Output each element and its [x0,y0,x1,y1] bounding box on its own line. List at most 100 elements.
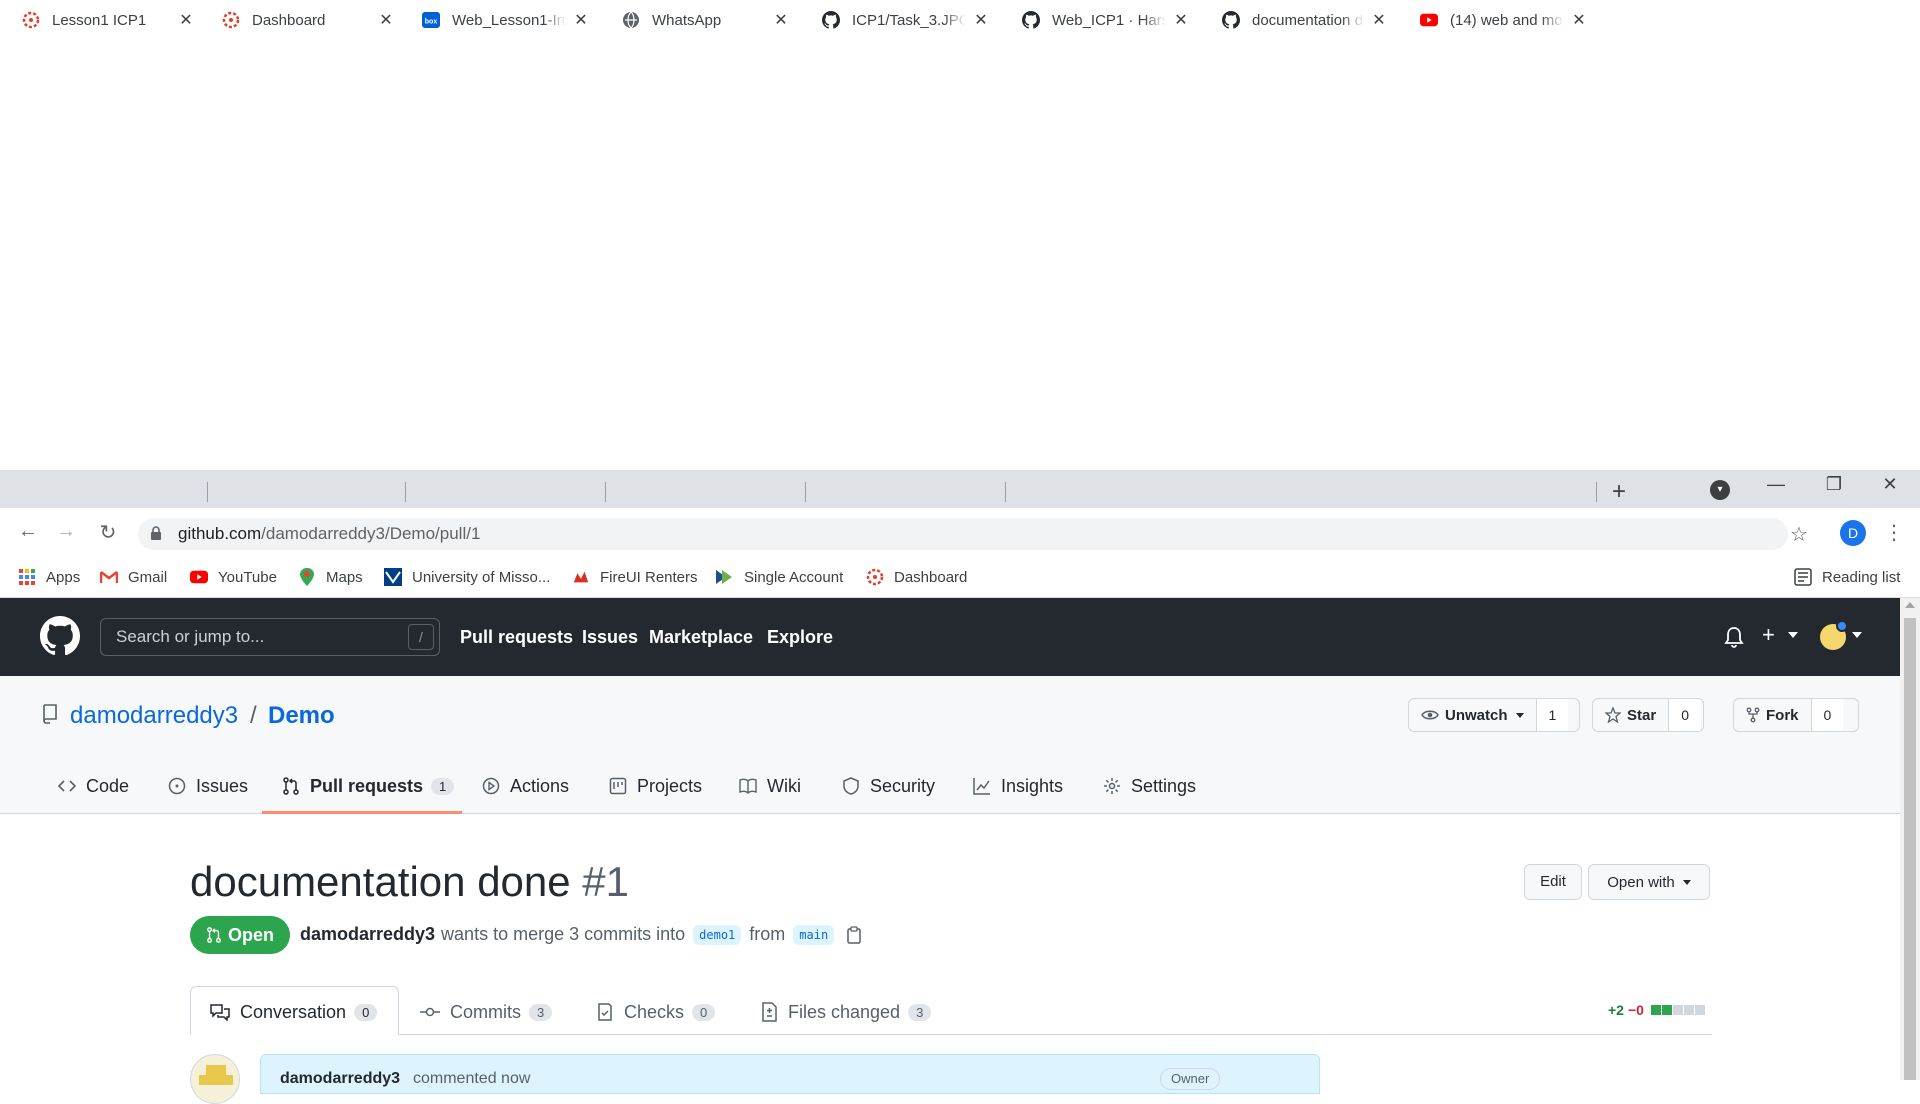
window-close-icon[interactable]: ✕ [1870,474,1910,495]
comment-author-avatar[interactable] [190,1054,240,1104]
star-button[interactable]: Star 0 [1592,698,1704,732]
tab-insights[interactable]: Insights [973,772,1063,800]
diff-stat[interactable]: +2 −0 [1608,1002,1705,1018]
watch-count[interactable]: 1 [1535,699,1569,731]
close-icon[interactable]: ✕ [377,10,395,30]
bookmark-label: YouTube [218,568,277,586]
restore-icon[interactable]: ❐ [1814,474,1854,495]
pr-tab-commits[interactable]: Commits 3 [420,1000,553,1024]
maps-icon [298,568,316,586]
bookmark-maps[interactable]: Maps [298,564,363,590]
reload-icon[interactable]: ↻ [94,520,122,545]
tab-search-icon[interactable]: ▾ [1710,480,1730,500]
tab-label: Issues [196,775,249,796]
bookmark-dashboard[interactable]: Dashboard [866,564,967,590]
github-logo-icon[interactable] [40,616,80,656]
repo-owner-link[interactable]: damodarreddy3 [70,702,238,730]
bookmark-star-icon[interactable]: ☆ [1790,522,1808,547]
close-icon[interactable]: ✕ [972,10,990,30]
tab-label: Actions [510,775,570,796]
pr-tab-files-changed[interactable]: Files changed 3 [760,1000,932,1024]
pr-tab-conversation[interactable]: Conversation 0 [210,1000,378,1024]
bookmark-gmail[interactable]: Gmail [100,564,167,590]
canvas-icon [222,11,240,29]
youtube-icon [1420,11,1438,29]
browser-tab[interactable]: Lesson1 ICP1 ✕ [0,2,205,38]
tab-settings[interactable]: Settings [1103,772,1196,800]
star-count[interactable]: 0 [1668,699,1701,731]
browser-tab[interactable]: (14) web and mob ✕ [1398,2,1598,38]
edit-button[interactable]: Edit [1524,864,1582,900]
open-with-button[interactable]: Open with [1588,864,1710,900]
back-arrow-icon[interactable]: ← [14,520,42,543]
tab-label: Insights [1001,775,1064,796]
scrollbar-thumb[interactable] [1904,618,1916,1080]
close-icon[interactable]: ✕ [1570,10,1588,30]
conversation-count: 0 [354,1003,378,1021]
new-tab-button[interactable]: + [1612,478,1626,506]
bookmark-single-account[interactable]: Single Account [716,564,843,590]
nav-pull-requests[interactable]: Pull requests [460,627,573,648]
close-icon[interactable]: ✕ [177,10,195,30]
minimize-icon[interactable]: — [1756,474,1796,495]
tab-label: Security [870,775,936,796]
book-icon [739,778,757,794]
browser-tab[interactable]: WhatsApp ✕ [600,2,800,38]
diffstat-block-added [1650,1005,1661,1015]
lock-icon[interactable] [150,526,162,540]
fireui-icon [572,568,590,586]
pr-tab-label: Commits [450,1001,521,1022]
chevron-down-icon[interactable] [1788,632,1798,638]
tab-wiki[interactable]: Wiki [739,772,801,800]
chevron-down-icon [1515,712,1524,718]
bookmark-university[interactable]: University of Misso... [384,564,550,590]
forward-arrow-icon[interactable]: → [52,520,80,543]
browser-tab[interactable]: ICP1/Task_3.JPG a ✕ [800,2,1000,38]
create-new-plus-icon[interactable]: + [1762,622,1775,648]
canvas-icon [866,568,884,586]
close-icon[interactable]: ✕ [1172,10,1190,30]
head-branch[interactable]: main [793,924,835,945]
unwatch-button[interactable]: Unwatch 1 [1408,698,1580,732]
url-host: github.com [178,524,262,543]
browser-tab[interactable]: Web_ICP1 · Harsh ✕ [1000,2,1200,38]
fork-label: Fork [1766,706,1799,724]
commits-count: 3 [529,1003,553,1021]
browser-tab-active[interactable]: documentation d ✕ [1200,2,1398,38]
notifications-bell-icon[interactable] [1724,626,1744,648]
nav-issues[interactable]: Issues [582,627,638,648]
tab-security[interactable]: Security [842,772,935,800]
copy-icon[interactable] [846,925,862,944]
bookmark-apps[interactable]: Apps [18,564,80,590]
close-icon[interactable]: ✕ [1370,10,1388,30]
diffstat-block-neutral [1694,1005,1705,1015]
pr-tab-checks[interactable]: Checks 0 [596,1000,716,1024]
bookmark-youtube[interactable]: YouTube [190,564,277,590]
tab-issues[interactable]: Issues [168,772,248,800]
nav-explore[interactable]: Explore [767,627,833,648]
profile-avatar[interactable]: D [1840,520,1866,546]
base-branch[interactable]: demo1 [693,924,742,945]
menu-kebab-icon[interactable]: ⋮ [1884,520,1904,545]
repo-name-link[interactable]: Demo [268,702,335,730]
pr-author-link[interactable]: damodarreddy3 [300,924,435,945]
fork-count[interactable]: 0 [1810,699,1844,731]
chevron-down-icon[interactable] [1852,632,1862,638]
tab-code[interactable]: Code [58,772,129,800]
scroll-up-arrow-icon[interactable] [1905,602,1915,608]
close-icon[interactable]: ✕ [572,10,590,30]
close-icon[interactable]: ✕ [772,10,790,30]
tab-projects[interactable]: Projects [609,772,702,800]
tab-pull-requests[interactable]: Pull requests 1 [282,772,455,800]
nav-marketplace[interactable]: Marketplace [649,627,753,648]
reading-list[interactable]: Reading list [1794,564,1900,590]
bookmark-label: Maps [326,568,363,586]
tab-actions[interactable]: Actions [482,772,569,800]
browser-tab[interactable]: Dashboard ✕ [200,2,405,38]
browser-tab[interactable]: box Web_Lesson1-Inst ✕ [400,2,600,38]
bookmark-fireui[interactable]: FireUI Renters [572,564,698,590]
url-text[interactable]: github.com/damodarreddy3/Demo/pull/1 [178,524,480,544]
merge-text: wants to merge 3 commits into [441,924,686,944]
comment-author-link[interactable]: damodarreddy3 [280,1070,400,1088]
fork-button[interactable]: Fork 0 [1733,698,1859,732]
